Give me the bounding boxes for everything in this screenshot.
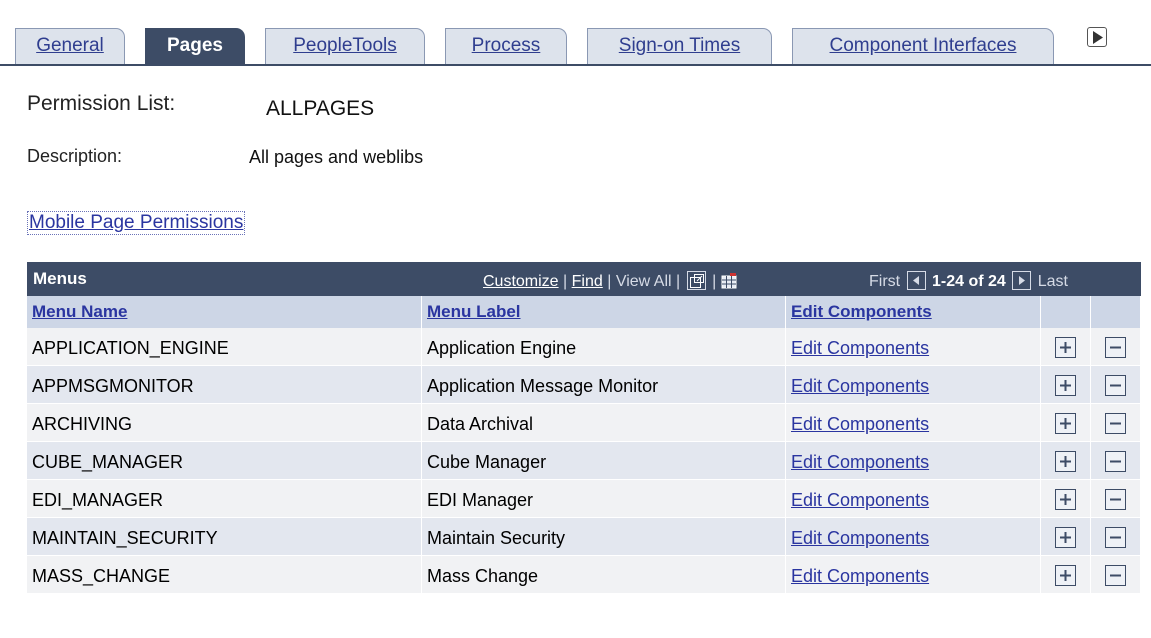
grid-tools: Customize | Find | View All | | <box>483 271 737 294</box>
menu-label-cell: Data Archival <box>422 404 786 441</box>
edit-components-link[interactable]: Edit Components <box>786 518 1041 555</box>
plus-icon[interactable] <box>1055 413 1076 434</box>
menu-label-cell: Application Engine <box>422 328 786 365</box>
description-label: Description: <box>27 146 123 166</box>
plus-icon[interactable] <box>1055 489 1076 510</box>
permission-list-label: Permission List: <box>27 92 176 115</box>
last-link[interactable]: Last <box>1038 273 1068 290</box>
menu-label-cell: Application Message Monitor <box>422 366 786 403</box>
menu-name-cell: ARCHIVING <box>27 404 422 441</box>
edit-components-link[interactable]: Edit Components <box>786 480 1041 517</box>
grid-title: Menus <box>33 269 87 288</box>
column-menu-name[interactable]: Menu Name <box>27 296 422 328</box>
triangle-right-icon[interactable] <box>1012 271 1032 290</box>
mobile-page-permissions-link[interactable]: Mobile Page Permissions <box>27 211 246 235</box>
minus-icon[interactable] <box>1105 489 1126 510</box>
menu-label-cell: Maintain Security <box>422 518 786 555</box>
minus-icon[interactable] <box>1105 413 1126 434</box>
menus-grid: Menus Customize | Find | View All | | Fi… <box>27 262 1141 594</box>
table-row: MAINTAIN_SECURITY Maintain Security Edit… <box>27 518 1141 556</box>
triangle-right-icon[interactable] <box>1087 27 1107 47</box>
minus-icon[interactable] <box>1105 527 1126 548</box>
edit-components-link[interactable]: Edit Components <box>786 328 1041 365</box>
column-header-row: Menu Name Menu Label Edit Components <box>27 296 1141 328</box>
menu-name-cell: EDI_MANAGER <box>27 480 422 517</box>
plus-icon[interactable] <box>1055 375 1076 396</box>
find-link[interactable]: Find <box>572 273 603 290</box>
separator: | <box>563 273 572 290</box>
grid-header: Menus Customize | Find | View All | | Fi… <box>27 262 1141 296</box>
plus-icon[interactable] <box>1055 337 1076 358</box>
minus-icon[interactable] <box>1105 375 1126 396</box>
menu-name-cell: CUBE_MANAGER <box>27 442 422 479</box>
menu-name-cell: APPLICATION_ENGINE <box>27 328 422 365</box>
tab-process[interactable]: Process <box>445 28 567 66</box>
table-row: CUBE_MANAGER Cube Manager Edit Component… <box>27 442 1141 480</box>
edit-components-link[interactable]: Edit Components <box>786 366 1041 403</box>
spreadsheet-icon[interactable] <box>721 273 737 294</box>
menu-label-cell: Cube Manager <box>422 442 786 479</box>
minus-icon[interactable] <box>1105 565 1126 586</box>
permission-list-value: ALLPAGES <box>266 97 375 120</box>
column-edit-components[interactable]: Edit Components <box>786 296 1041 328</box>
grid-pagination: First 1-24 of 24 Last <box>869 271 1068 291</box>
minus-icon[interactable] <box>1105 337 1126 358</box>
customize-link[interactable]: Customize <box>483 273 559 290</box>
tab-peopletools[interactable]: PeopleTools <box>265 28 425 66</box>
table-row: EDI_MANAGER EDI Manager Edit Components <box>27 480 1141 518</box>
edit-components-link[interactable]: Edit Components <box>786 556 1041 593</box>
plus-icon[interactable] <box>1055 565 1076 586</box>
table-row: APPMSGMONITOR Application Message Monito… <box>27 366 1141 404</box>
column-remove <box>1091 296 1141 328</box>
row-range: 1-24 of 24 <box>932 273 1006 290</box>
tab-general[interactable]: General <box>15 28 125 66</box>
triangle-left-icon[interactable] <box>906 271 926 290</box>
description-value: All pages and weblibs <box>249 147 424 167</box>
tab-pages[interactable]: Pages <box>145 28 245 66</box>
minus-icon[interactable] <box>1105 451 1126 472</box>
column-menu-label[interactable]: Menu Label <box>422 296 786 328</box>
separator: | <box>607 273 616 290</box>
table-row: ARCHIVING Data Archival Edit Components <box>27 404 1141 442</box>
separator: | <box>712 273 721 290</box>
plus-icon[interactable] <box>1055 527 1076 548</box>
table-row: APPLICATION_ENGINE Application Engine Ed… <box>27 328 1141 366</box>
separator: | <box>676 273 685 290</box>
plus-icon[interactable] <box>1055 451 1076 472</box>
menu-name-cell: MASS_CHANGE <box>27 556 422 593</box>
menu-label-cell: Mass Change <box>422 556 786 593</box>
tab-bar: General Pages PeopleTools Process Sign-o… <box>0 0 1151 66</box>
tab-sign-on-times[interactable]: Sign-on Times <box>587 28 772 66</box>
first-link[interactable]: First <box>869 273 900 290</box>
tab-component-interfaces[interactable]: Component Interfaces <box>792 28 1054 66</box>
table-row: MASS_CHANGE Mass Change Edit Components <box>27 556 1141 594</box>
view-all-link[interactable]: View All <box>616 273 672 290</box>
grid-rows: APPLICATION_ENGINE Application Engine Ed… <box>27 328 1141 594</box>
menu-name-cell: MAINTAIN_SECURITY <box>27 518 422 555</box>
column-add <box>1041 296 1091 328</box>
edit-components-link[interactable]: Edit Components <box>786 442 1041 479</box>
menu-name-cell: APPMSGMONITOR <box>27 366 422 403</box>
new-window-icon[interactable] <box>686 271 706 290</box>
edit-components-link[interactable]: Edit Components <box>786 404 1041 441</box>
menu-label-cell: EDI Manager <box>422 480 786 517</box>
